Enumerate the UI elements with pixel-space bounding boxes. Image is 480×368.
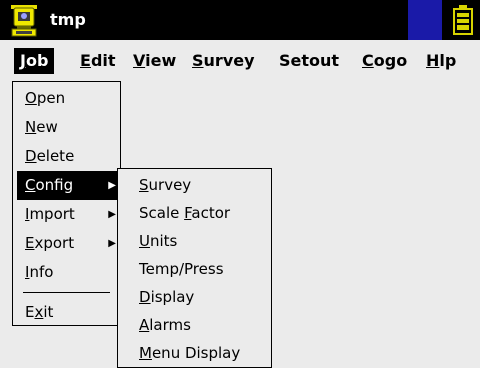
menu-job[interactable]: Job — [14, 48, 55, 74]
menu-item-info[interactable]: Info — [17, 258, 113, 287]
menu-bar: Job Edit View Survey Setout Cogo Hlp — [0, 40, 480, 82]
submenu-item-units[interactable]: Units — [121, 227, 177, 255]
battery-icon[interactable] — [452, 4, 474, 36]
menu-separator — [23, 292, 110, 293]
title-bar: tmp — [0, 0, 480, 40]
menu-item-open[interactable]: Open — [17, 84, 113, 113]
menu-item-exit[interactable]: Exit — [17, 298, 113, 327]
menu-item-config[interactable]: Config ▶ — [17, 171, 122, 200]
menu-edit[interactable]: Edit — [74, 48, 122, 74]
submenu-arrow-icon: ▶ — [108, 209, 116, 220]
submenu-item-scale-factor[interactable]: Scale Factor — [121, 199, 230, 227]
submenu-item-survey[interactable]: Survey — [121, 171, 191, 199]
job-menu: Open New Delete Config ▶ Import ▶ Export ▶ … — [12, 81, 122, 327]
window-title: tmp — [50, 10, 86, 29]
menu-setout[interactable]: Setout — [273, 48, 345, 74]
submenu-item-menu-display[interactable]: Menu Display — [121, 339, 240, 367]
menu-item-new[interactable]: New — [17, 113, 113, 142]
menu-survey[interactable]: Survey — [186, 48, 261, 74]
submenu-item-alarms[interactable]: Alarms — [121, 311, 191, 339]
menu-view[interactable]: View — [127, 48, 182, 74]
submenu-item-temp-press[interactable]: Temp/Press — [121, 255, 224, 283]
submenu-item-display[interactable]: Display — [121, 283, 194, 311]
menu-item-import[interactable]: Import ▶ — [17, 200, 122, 229]
status-indicator — [408, 0, 442, 40]
config-submenu: Survey Scale Factor Units Temp/Press Dis… — [117, 168, 272, 368]
submenu-arrow-icon: ▶ — [108, 238, 116, 249]
menu-item-delete[interactable]: Delete — [17, 142, 113, 171]
surveying-instrument-icon[interactable] — [8, 4, 42, 37]
menu-help[interactable]: Hlp — [420, 48, 462, 74]
menu-cogo[interactable]: Cogo — [356, 48, 413, 74]
menu-item-export[interactable]: Export ▶ — [17, 229, 122, 258]
submenu-arrow-icon: ▶ — [108, 180, 116, 191]
